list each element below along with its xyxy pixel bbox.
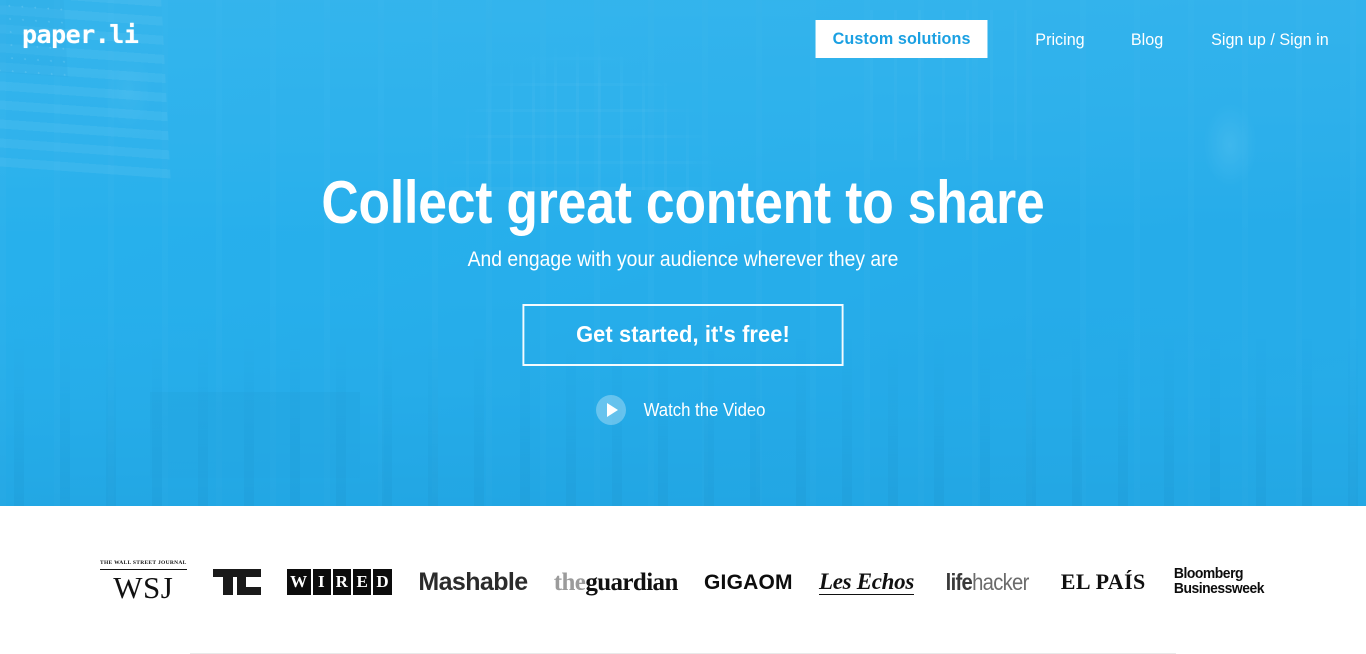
- hero-cta-wrapper: Get started, it's free!: [0, 304, 1366, 367]
- watch-video-link[interactable]: Watch the Video: [0, 395, 1366, 426]
- press-logos-section: THE WALL STREET JOURNAL WSJ W I R E D Ma…: [0, 506, 1366, 654]
- play-icon[interactable]: [595, 395, 626, 426]
- paperli-logo[interactable]: paper.li: [22, 20, 139, 49]
- guardian-the: the: [553, 568, 586, 596]
- press-logo-mashable[interactable]: Mashable: [418, 554, 528, 610]
- bloomberg-line1: Bloomberg: [1173, 566, 1244, 583]
- hero-copy: Collect great content to share And engag…: [0, 169, 1366, 426]
- hero-subheadline: And engage with your audience wherever t…: [467, 248, 899, 272]
- main-nav: Custom solutions Pricing Blog Sign up / …: [811, 20, 1348, 58]
- bloomberg-line2: Businessweek: [1173, 581, 1265, 597]
- press-logo-wired[interactable]: W I R E D: [287, 554, 393, 610]
- tc-t-stem: [222, 577, 233, 595]
- lifehacker-life: life: [945, 568, 973, 595]
- wired-letter: W: [287, 569, 311, 595]
- lifehacker-hacker: hacker: [972, 568, 1029, 595]
- hero-section: paper.li Custom solutions Pricing Blog S…: [0, 0, 1366, 506]
- press-logo-wsj[interactable]: THE WALL STREET JOURNAL WSJ: [100, 554, 187, 610]
- play-triangle: [606, 403, 618, 418]
- wired-letter: I: [312, 569, 331, 595]
- wired-letter: R: [332, 569, 352, 595]
- les-echos-wordmark: Les Echos: [818, 568, 915, 595]
- nav-link-signup-signin[interactable]: Sign up / Sign in: [1211, 31, 1329, 48]
- guardian-name: guardian: [585, 568, 678, 596]
- press-logo-bloomberg-businessweek[interactable]: Bloomberg Businessweek: [1173, 554, 1265, 610]
- tc-c-bottom: [236, 587, 261, 595]
- press-logo-lifehacker[interactable]: lifehacker: [940, 554, 1034, 610]
- press-logo-the-guardian[interactable]: theguardian: [553, 554, 679, 610]
- tc-c-top: [236, 569, 261, 577]
- guardian-wordmark: theguardian: [553, 568, 679, 596]
- lifehacker-wordmark: lifehacker: [945, 568, 1030, 595]
- wsj-wordmark: WSJ: [113, 569, 174, 605]
- gigaom-wordmark: GIGAOM: [704, 570, 793, 594]
- top-navigation-bar: paper.li Custom solutions Pricing Blog S…: [0, 0, 1366, 78]
- techcrunch-wordmark: [212, 569, 261, 595]
- el-pais-wordmark: EL PAÍS: [1060, 569, 1146, 594]
- wsj-kicker: THE WALL STREET JOURNAL: [100, 561, 187, 570]
- hero-headline: Collect great content to share: [321, 169, 1045, 236]
- wired-letter: D: [373, 569, 393, 595]
- watch-video-label: Watch the Video: [643, 400, 766, 421]
- nav-link-blog[interactable]: Blog: [1131, 31, 1163, 48]
- press-logos-row: THE WALL STREET JOURNAL WSJ W I R E D Ma…: [100, 554, 1266, 610]
- press-logo-les-echos[interactable]: Les Echos: [818, 554, 915, 610]
- mashable-wordmark: Mashable: [418, 567, 528, 596]
- get-started-button[interactable]: Get started, it's free!: [522, 304, 844, 367]
- press-logo-el-pais[interactable]: EL PAÍS: [1061, 554, 1146, 610]
- wired-letter: E: [353, 569, 372, 595]
- custom-solutions-button[interactable]: Custom solutions: [815, 20, 988, 58]
- press-logo-techcrunch[interactable]: [212, 554, 261, 610]
- nav-link-pricing[interactable]: Pricing: [1035, 31, 1084, 48]
- press-logo-gigaom[interactable]: GIGAOM: [704, 554, 793, 610]
